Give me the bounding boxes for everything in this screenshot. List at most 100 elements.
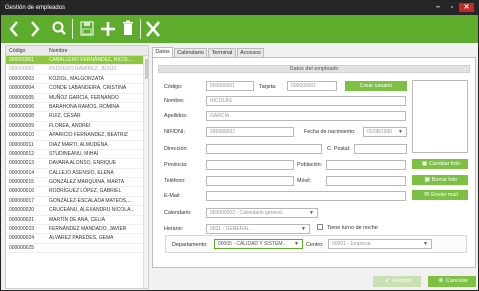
employee-code: 000000002 [9,66,35,73]
employee-name: GONZÁLEZ MARQUINA, MARTA [49,179,125,186]
employee-window: Gestión de empleados – ▫ ✕ Código Nombre… [0,0,479,291]
list-item[interactable]: 000000004 CONDE LABANDEIRA, CRISTINA [6,84,148,94]
column-header-code[interactable]: Código [9,46,25,56]
list-scrollbar[interactable] [143,56,148,288]
change-photo-label: Cambiar foto [429,161,460,167]
close-icon[interactable] [145,18,161,40]
employee-code: 000000021 [9,216,35,223]
telefono-label: Teléfono: [164,178,186,184]
codigo-postal-label: C. Postal: [327,146,351,152]
employee-name: GONZÁLEZ-ESCALADA MATEOS,... [49,197,132,204]
employee-code: 000000023 [9,226,35,233]
employee-name: ALVAREZ PAREDES, GEMA [49,235,114,242]
apellidos-label: Apellidos: [164,113,188,119]
delete-photo-button[interactable]: ▣ Borrar foto [412,175,468,185]
employee-name: FERNÁNDEZ MANDADO, JAVIER [49,226,127,233]
employee-code: 000000017 [9,197,35,204]
title-bar: Gestión de empleados [1,1,478,15]
trash-icon[interactable] [120,18,136,40]
list-item[interactable]: 000000013 DAVARA ALONSO, ENRIQUE [6,159,148,169]
employee-name: CABALLERO FERNÁNDEZ, NICOL... [49,57,134,63]
scrollbar-thumb[interactable] [145,59,148,79]
list-item[interactable]: 000000025 [6,244,148,254]
horario-select[interactable]: 0001 - GENERAL ▼ [206,224,310,234]
provincia-input[interactable] [206,160,294,170]
chevron-down-icon: ▼ [294,241,299,247]
chevron-right-icon[interactable] [28,18,42,40]
minimize-icon[interactable]: – [432,3,444,12]
list-item[interactable]: 000000005 MUÑOZ GARCIA, FERNANDO [6,94,148,103]
maximize-icon[interactable]: ▫ [446,3,458,12]
employee-code: 000000004 [9,85,35,92]
list-item[interactable]: 000000017 GONZÁLEZ-ESCALADA MATEOS,... [6,197,148,207]
list-item[interactable]: 000000014 CALLEJO ASENSIO, ELENA [6,169,148,179]
email-input[interactable] [206,191,406,201]
fecha-nacimiento-picker[interactable]: 02/08/1990 ▼ [363,127,407,137]
check-icon: ✔ [384,278,390,284]
nombre-label: Nombre: [164,98,185,104]
calendario-value: 000000002 - Calendario general [210,210,282,216]
list-item[interactable]: 000000020 CRUCEANU, ALEXANDRU NICOLA... [6,206,148,216]
list-item[interactable]: 000000012 STUDINEANU, MIHAI [6,150,148,160]
horario-label: Horario: [164,226,184,232]
employee-name: APARICIO FERNANDEZ, BEATRIZ [49,132,128,139]
tarjeta-label: Tarjeta: [259,84,277,90]
employee-name: STUDINEANU, MIHAI [49,150,99,157]
calendario-select[interactable]: 000000002 - Calendario general ▼ [206,208,318,218]
chevron-left-icon[interactable] [7,18,21,40]
departamento-select[interactable]: 00005 - CALIDAD Y SISTEM... ▼ [214,239,303,249]
list-item[interactable]: 000000011 DIAZ MARTI, ALMUDENA [6,141,148,150]
list-item[interactable]: 000000001 CABALLERO FERNÁNDEZ, NICOL... [6,56,148,66]
floppy-icon[interactable] [79,18,95,40]
cancel-button[interactable]: ⊗ Cancelar [428,276,476,287]
centro-label: Centro: [306,242,324,248]
poblacion-label: Población: [297,162,323,168]
column-header-name[interactable]: Nombre [49,46,67,56]
list-item[interactable]: 000000024 ALVAREZ PAREDES, GEMA [6,234,148,244]
apellidos-input[interactable]: GARCÍA [206,111,406,121]
turno-noche-checkbox[interactable] [317,224,323,230]
employee-name: RODRÍGUEZ LÓPEZ, GABRIEL [49,188,122,195]
fecha-nacimiento-label: Fecha de nacimiento: [304,129,356,135]
poblacion-input[interactable] [326,160,406,170]
employee-photo [412,80,468,153]
tarjeta-input[interactable]: 000000001 [287,81,337,91]
list-item[interactable]: 000000003 KOZIOL, MALGORZATA [6,75,148,85]
list-item[interactable]: 000000015 GONZÁLEZ MARQUINA, MARTA [6,178,148,188]
nombre-input[interactable]: NICOLÁS [206,96,406,106]
plus-icon[interactable] [100,18,116,40]
centro-select[interactable]: 00001 - Empresa ▼ [328,239,432,249]
chevron-down-icon: ▼ [309,210,314,216]
list-item[interactable]: 000000016 RODRÍGUEZ LÓPEZ, GABRIEL [6,187,148,197]
list-item[interactable]: 000000023 FERNÁNDEZ MANDADO, JAVIER [6,225,148,235]
create-user-button[interactable]: Crear usuario [345,81,407,91]
employee-name: BARAHONA RAMOS, ROMINA [49,103,120,110]
list-item[interactable]: 000000002 PEDRERO RAMÍREZ, JESÚS [6,65,148,75]
employee-code: 000000009 [9,122,35,129]
employee-code: 000000003 [9,75,35,82]
movil-label: Móvil: [297,178,312,184]
employee-code: 000000008 [9,113,35,120]
telefono-input[interactable] [206,176,294,186]
send-mail-button[interactable]: ✉ Enviar mail [412,190,468,200]
close-window-icon[interactable]: ✕ [459,3,474,12]
list-item[interactable]: 000000010 APARICIO FERNANDEZ, BEATRIZ [6,131,148,141]
list-item[interactable]: 000000008 RUIZ, CÉSAR [6,112,148,122]
codigo-input[interactable]: 000000001 [206,81,254,91]
image-remove-icon: ▣ [424,177,431,183]
search-icon[interactable] [51,18,67,40]
list-item[interactable]: 000000009 FLOREA, ANDREI [6,122,148,132]
accept-button[interactable]: ✔ Aceptar [373,276,421,287]
list-item[interactable]: 000000006 BARAHONA RAMOS, ROMINA [6,103,148,113]
employee-name: RUIZ, CÉSAR [49,113,81,120]
employee-name: PEDRERO RAMÍREZ, JESÚS [49,66,117,73]
nif-input[interactable]: 99999999J [206,127,294,137]
send-mail-label: Enviar mail [431,192,458,198]
codigo-postal-input[interactable] [354,144,407,154]
change-photo-button[interactable]: ▣ Cambiar foto [412,159,468,169]
cancel-label: Cancelar [445,278,469,284]
direccion-input[interactable] [206,144,322,154]
list-item[interactable]: 000000021 MARTÍN DE ANA, CELIA [6,216,148,226]
envelope-icon: ✉ [424,192,430,198]
movil-input[interactable] [326,176,406,186]
